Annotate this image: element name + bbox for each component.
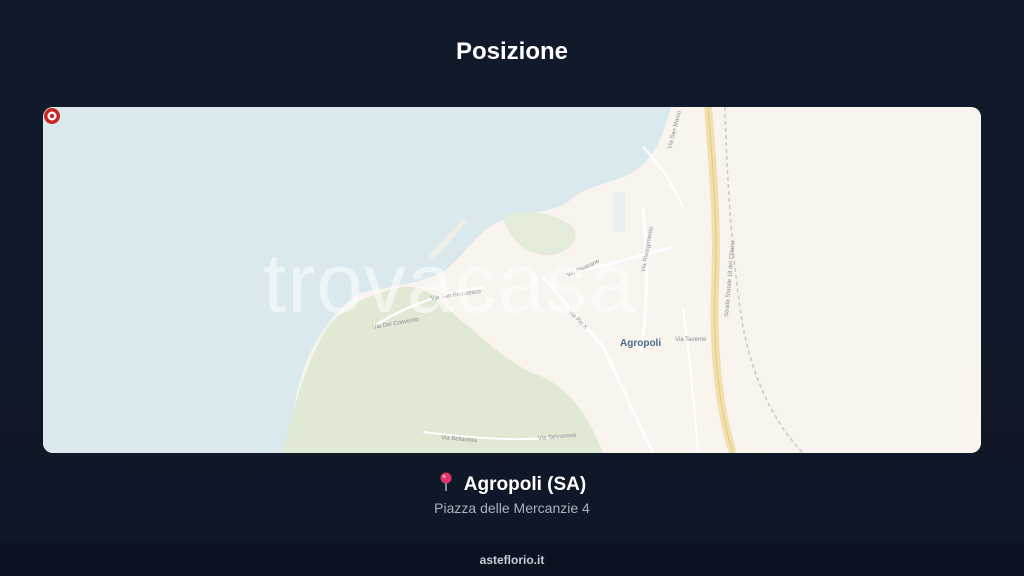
pushpin-icon [440, 472, 452, 491]
footer-site-link[interactable]: asteflorio.it [0, 553, 1024, 567]
map-marker-icon[interactable] [43, 107, 61, 125]
location-map[interactable]: Via San Francesco Via Del Convento Via P… [43, 107, 981, 453]
section-title: Posizione [455, 38, 569, 65]
street-label: Strada Statale 18 del Cilento [724, 240, 737, 317]
street-label: Via San Marco [667, 109, 683, 149]
footer-bar: asteflorio.it [0, 543, 1024, 576]
town-label: Agropoli [620, 338, 662, 349]
watermark-logo: trovacasa [263, 236, 637, 330]
location-heading: Agropoli (SA) [0, 472, 1024, 496]
street-label: Via Taverne [675, 337, 707, 343]
street-label: Via Risorgimento [641, 226, 655, 273]
location-address: Piazza delle Mercanzie 4 [434, 500, 590, 516]
location-name: Agropoli (SA) [463, 474, 587, 495]
